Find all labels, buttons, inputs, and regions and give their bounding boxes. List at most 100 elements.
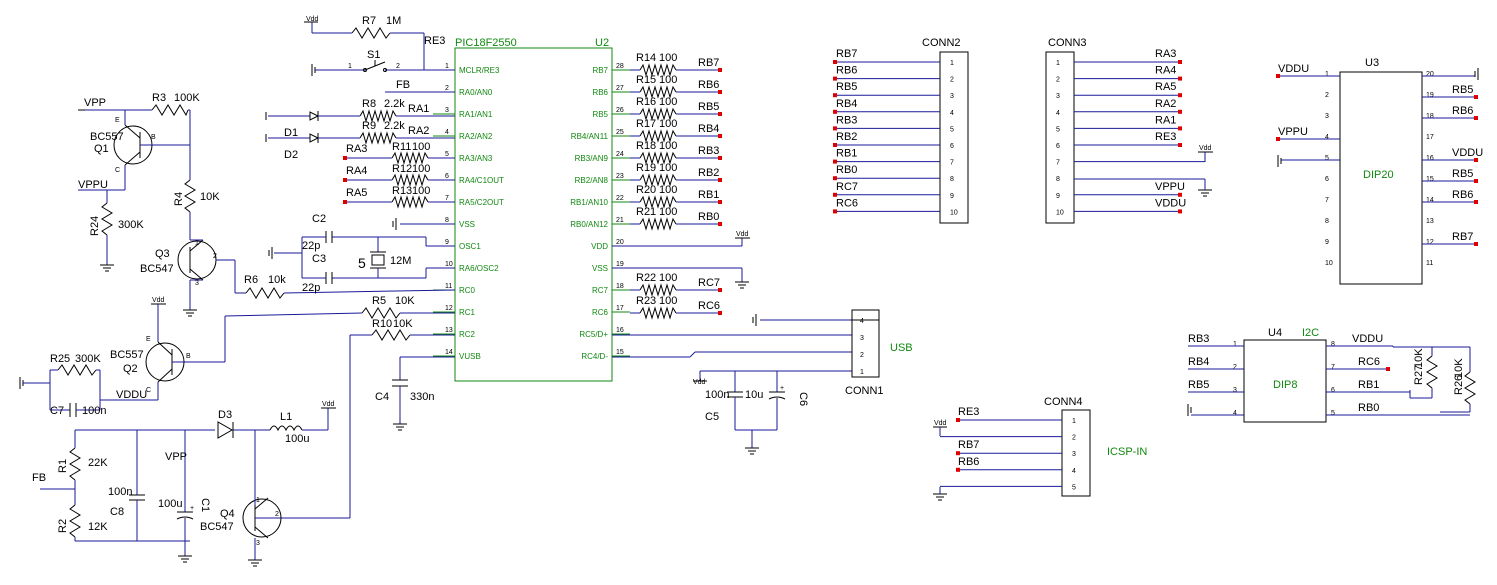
u3-net: RB5 xyxy=(1452,168,1473,180)
r3-value: 100K xyxy=(174,92,200,104)
resistor-value: 100 xyxy=(659,140,677,152)
u3-ref: U3 xyxy=(1365,57,1379,69)
net-terminal xyxy=(833,159,837,164)
u3-pin: 12 xyxy=(1426,239,1434,246)
resistor-ref: R13 xyxy=(392,185,412,197)
u2-pin-name: RA4/C1OUT xyxy=(459,176,504,185)
conn2-net: RB3 xyxy=(836,114,857,126)
net-label: RB7 xyxy=(698,57,719,69)
svg-text:2: 2 xyxy=(275,511,279,518)
conn3-pin: 6 xyxy=(1056,143,1060,150)
u4-pin: 3 xyxy=(1233,387,1237,394)
u3-pin: 11 xyxy=(1426,260,1433,267)
net-terminal xyxy=(833,126,837,131)
u2-pin-num: 13 xyxy=(445,327,453,334)
net-terminal xyxy=(1386,367,1390,371)
net-terminal xyxy=(718,200,722,204)
conn2-net: RC6 xyxy=(836,197,858,209)
u4-pin: 2 xyxy=(1233,364,1237,371)
u2-pin-num: 9 xyxy=(445,239,449,246)
net-terminal xyxy=(833,76,837,81)
conn2-label: CONN2 xyxy=(922,37,961,49)
r10-value: 10K xyxy=(393,318,413,330)
resistor-value: 100 xyxy=(659,96,677,108)
conn3-header: CONN3 1 RA3 2 RA4 3 RA5 4 RA2 5 RA1 6 RE3 7 Vdd 8 9 VPPU… xyxy=(1045,37,1213,224)
u2-pin-name: RC7 xyxy=(592,286,609,295)
conn2-pin: 3 xyxy=(950,93,954,100)
u2-pin-name: RB4/AN11 xyxy=(571,132,609,141)
c8-ref: C8 xyxy=(110,506,124,518)
svg-text:E: E xyxy=(115,117,120,124)
net-terminal xyxy=(718,288,722,292)
net-terminal xyxy=(718,134,722,138)
conn2-pin: 7 xyxy=(950,160,954,167)
net-terminal xyxy=(343,156,347,160)
svg-text:1: 1 xyxy=(860,369,864,376)
u4-pin: 5 xyxy=(1331,410,1335,417)
svg-text:1: 1 xyxy=(195,240,199,247)
resistor-ref: R17 xyxy=(636,118,656,130)
c7-ref: C7 xyxy=(50,405,64,417)
conn3-pin: 4 xyxy=(1056,110,1060,117)
net-terminal xyxy=(1474,242,1478,246)
resistor-value: 100 xyxy=(412,185,430,197)
usb-nets: Vdd xyxy=(612,314,852,386)
u3-pin: 5 xyxy=(1325,155,1329,162)
svg-text:2: 2 xyxy=(396,63,400,70)
net-label: RB1 xyxy=(698,189,719,201)
c5-c6: 100n C5 10u C6 + xyxy=(705,371,809,455)
u2-pin-num: 27 xyxy=(616,85,624,92)
conn4-icsp: CONN4 ICSP-IN 1 RE3 2 Vdd 3 RB7 4 RB6 5 xyxy=(933,396,1147,501)
conn4-pin: 4 xyxy=(1072,468,1076,475)
d2-ref: D2 xyxy=(284,149,298,161)
u4-pin: 4 xyxy=(1233,410,1237,417)
u2-pin-num: 2 xyxy=(445,85,449,92)
r7-value: 1M xyxy=(386,15,401,27)
svg-text:3: 3 xyxy=(195,280,199,287)
u3-pin: 6 xyxy=(1325,176,1329,183)
svg-text:+: + xyxy=(780,385,784,392)
c3-value: 22p xyxy=(302,282,320,294)
conn2-pin: 5 xyxy=(950,126,954,133)
u2-pin-num: 28 xyxy=(616,63,624,70)
net-label: RC6 xyxy=(698,300,720,312)
u2-pin-num: 8 xyxy=(445,217,449,224)
net-terminal xyxy=(833,93,837,98)
conn2-pin: 6 xyxy=(950,143,954,150)
u3-net: VDDU xyxy=(1452,147,1483,159)
svg-text:1: 1 xyxy=(348,63,352,70)
net-terminal xyxy=(956,451,960,456)
u3-pin: 16 xyxy=(1426,155,1434,162)
d3-ref: D3 xyxy=(218,409,232,421)
u4-ref: U4 xyxy=(1268,327,1282,339)
r1-value: 22K xyxy=(88,457,108,469)
conn2-pin: 1 xyxy=(950,60,954,67)
u3-type: DIP20 xyxy=(1363,169,1394,181)
resistor-value: 100 xyxy=(659,272,677,284)
c3-ref: C3 xyxy=(312,253,326,265)
conn2-net: RB1 xyxy=(836,148,857,160)
net-terminal xyxy=(1474,116,1478,120)
resistor-value: 100 xyxy=(659,206,677,218)
u2-pin-name: VUSB xyxy=(459,352,481,361)
net-terminal xyxy=(1474,95,1478,99)
u3-pin: 17 xyxy=(1426,134,1434,141)
conn2-net: RB4 xyxy=(836,98,857,110)
net-terminal xyxy=(1178,126,1182,131)
u2-pin-name: RB1/AN10 xyxy=(570,198,608,207)
icsp-label: ICSP-IN xyxy=(1107,446,1147,458)
net-terminal xyxy=(833,209,837,214)
c4-value: 330n xyxy=(410,391,434,403)
u3-pin: 7 xyxy=(1325,197,1329,204)
conn2-net: RB6 xyxy=(836,65,857,77)
conn3-label: CONN3 xyxy=(1048,37,1087,49)
u3-net: RB5 xyxy=(1452,84,1473,96)
u2-pin-name: RC5/D+ xyxy=(579,330,608,339)
vusb-c4: C4 330n xyxy=(375,356,455,431)
l1-value: 100u xyxy=(285,433,309,445)
u2-pin-num: 5 xyxy=(445,151,449,158)
net-label: RB6 xyxy=(698,79,719,91)
conn3-net: VPPU xyxy=(1155,181,1185,193)
net-terminal xyxy=(833,60,837,64)
q4-ref: Q4 xyxy=(220,508,235,520)
